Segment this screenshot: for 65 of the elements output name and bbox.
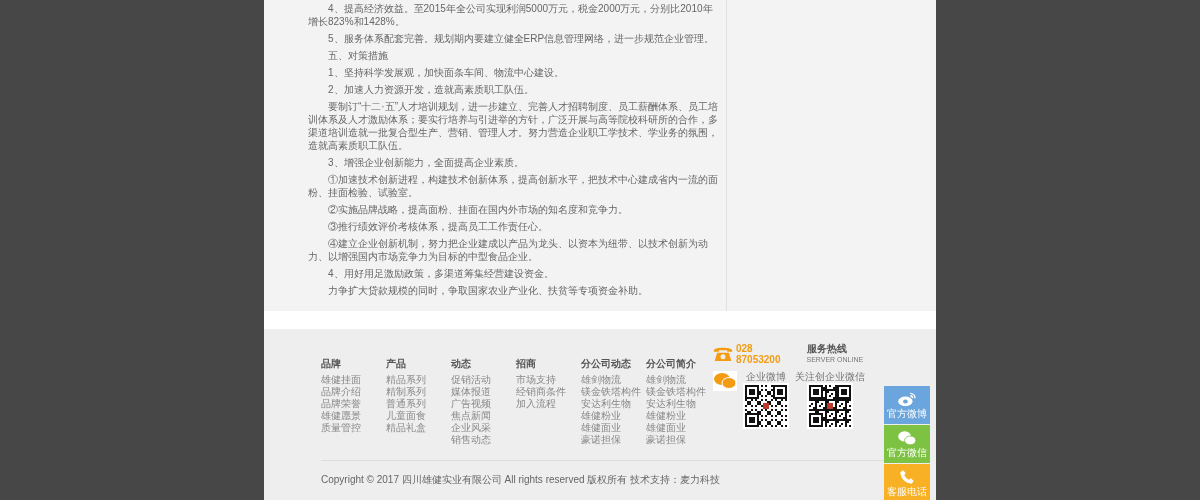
article-paragraph: 1、坚持科学发展观，加快面条车间、物流中心建设。 [327,66,565,79]
article-paragraph: ④建立企业创新机制，努力把企业建成以产品为龙头、以资本为纽带、以技术创新为动力、以增强国内市场竞争力为目标的中型食品企业。 [308,237,709,263]
footer-column-title: 招商 [516,357,537,371]
footer-link[interactable]: 豪诺担保 [581,434,646,446]
footer-link[interactable]: 品牌荣誉 [321,398,386,410]
footer-link[interactable]: 安达利生物 [646,398,711,410]
footer-link[interactable]: 精制系列 [386,386,451,398]
footer-link[interactable]: 镁金铁塔构件 [646,386,711,398]
footer-link[interactable]: 雄剑物流 [581,374,646,386]
footer-link[interactable]: 企业风采 [451,422,516,434]
footer-link[interactable]: 加入流程 [516,398,581,410]
qr-code [807,383,853,429]
footer-link[interactable]: 儿童面食 [386,410,451,422]
qr-caption: 关注创企业微信 [795,371,865,383]
footer-column-title: 动态 [451,357,472,371]
footer-column-title: 分公司简介 [646,357,697,371]
side-button[interactable]: 官方微信 [884,425,930,463]
footer-link[interactable]: 精品礼盒 [386,422,451,434]
footer-link[interactable]: 普通系列 [386,398,451,410]
footer-link[interactable]: 镁金铁塔构件 [581,386,646,398]
side-button[interactable]: 客服电话 [884,464,930,500]
qr-caption: 企业微博 [746,371,786,383]
article-paragraph: 五、对策措施 [327,49,389,62]
article-paragraph: 5、服务体系配套完善。规划期内要建立健全ERP信息管理网络，进一步规范企业管理。 [327,32,716,45]
telephone-icon [713,345,733,362]
footer-link[interactable]: 雄健面业 [646,422,711,434]
footer-link[interactable]: 市场支持 [516,374,581,386]
footer-link[interactable]: 销售动态 [451,434,516,446]
side-button[interactable]: 官方微博 [884,386,930,424]
article-paragraph: 4、用好用足激励政策，多渠道筹集经营建设资金。 [327,267,555,280]
hotline-title: 服务热线 [806,343,848,355]
footer-column-title: 产品 [386,357,407,371]
footer-column-title: 品牌 [321,357,342,371]
footer-link[interactable]: 雄健粉业 [581,410,646,422]
footer-link[interactable]: 安达利生物 [581,398,646,410]
footer-link[interactable]: 媒体报道 [451,386,516,398]
footer-link[interactable]: 精品系列 [386,374,451,386]
footer-link[interactable]: 促销活动 [451,374,516,386]
article-paragraph: 力争扩大贷款规模的同时，争取国家农业产业化、扶贫等专项资金补助。 [327,284,649,297]
footer-link[interactable]: 雄剑物流 [646,374,711,386]
footer-link[interactable]: 豪诺担保 [646,434,711,446]
article-paragraph: ①加速技术创新进程，构建技术创新体系，提高创新水平，把技术中心建成省内一流的面粉、挂面检验、试验室。 [308,173,718,199]
qr-code [743,383,789,429]
phone-icon [899,468,915,485]
footer-link[interactable]: 雄健愿景 [321,410,386,422]
footer-link[interactable]: 品牌介绍 [321,386,386,398]
article-paragraph: 2、加速人力资源开发，造就高素质职工队伍。 [327,83,535,96]
footer-link[interactable]: 雄健挂面 [321,374,386,386]
article-paragraph: 4、提高经济效益。至2015年全公司实现利润5000万元，税金2000万元，分别比2010年增长823%和1428%。 [308,2,714,28]
article-paragraph: 要制订“十二·五”人才培训规划，进一步建立、完善人才招聘制度、员工薪酬体系、员工培训体系及人才激励体系；要实行培养与引进举的方针，广泛开展与高等院校科研所的合作，多渠道培训造就一批复合型生产、营销、管理人才。努力营造企业职工学技术、学业务的氛围，造就高素质职工队伍。 [308,100,718,152]
footer-link[interactable]: 焦点新闻 [451,410,516,422]
footer-link[interactable]: 广告视频 [451,398,516,410]
footer-link[interactable]: 质量管控 [321,422,386,434]
phone-area-code: 028 [736,343,754,354]
article-paragraph: ②实施品牌战略，提高面粉、挂面在国内外市场的知名度和竞争力。 [327,203,629,216]
footer-column-title: 分公司动态 [581,357,632,371]
article-paragraph: 3、增强企业创新能力，全面提高企业素质。 [327,156,525,169]
chat-bubbles-icon [713,371,737,391]
chat-bubbles-icon [897,429,917,446]
copyright-text: Copyright © 2017 四川雄健实业有限公司 All rights reserved 版权所有 技术支持：麦力科技 [321,474,721,485]
footer-link[interactable]: 雄健粉业 [646,410,711,422]
footer-link[interactable]: 雄健面业 [581,422,646,434]
phone-number: 87053200 [736,354,781,365]
article-paragraph: ③推行绩效评价考核体系，提高员工工作责任心。 [327,220,549,233]
footer-link[interactable]: 经销商条件 [516,386,581,398]
